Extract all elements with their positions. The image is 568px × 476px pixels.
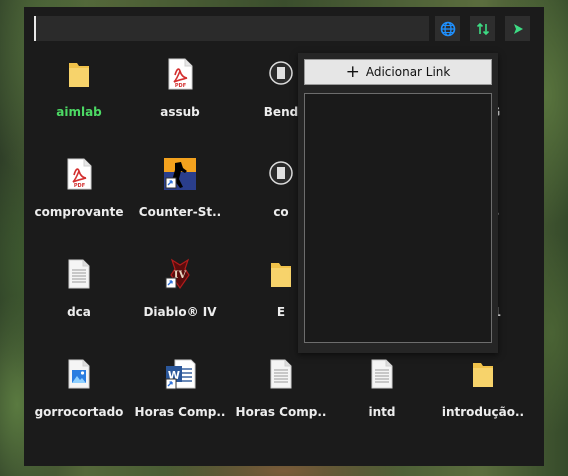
counter-strike-shortcut-icon <box>163 157 197 191</box>
svg-text:PDF: PDF <box>74 183 85 189</box>
desktop-shortcut[interactable]: introdução.. <box>433 351 533 451</box>
diablo-shortcut-icon: IV <box>163 257 197 291</box>
shortcut-label: Diablo® IV <box>143 305 217 319</box>
pdf-icon: PDF <box>62 157 96 191</box>
play-icon <box>513 23 523 34</box>
launcher-window: aimlabPDFassubBendODIGPDFcomprovanteCoun… <box>24 7 544 466</box>
add-link-label: Adicionar Link <box>365 65 451 79</box>
text-file-icon <box>62 257 96 291</box>
add-link-button[interactable]: + Adicionar Link <box>304 59 492 85</box>
desktop-shortcut[interactable]: PDF comprovante <box>29 151 129 251</box>
shortcut-label: gorrocortado <box>34 405 124 419</box>
shortcut-label: Counter-St.. <box>138 205 222 219</box>
desktop-shortcut[interactable]: aimlab <box>29 51 129 151</box>
shortcut-label: introdução.. <box>441 405 525 419</box>
desktop-shortcut[interactable]: IV Diablo® IV <box>130 251 230 351</box>
shortcut-label: intd <box>368 405 396 419</box>
globe-button[interactable] <box>435 16 460 41</box>
shortcut-label: Horas Comp.. <box>134 405 226 419</box>
search-input[interactable] <box>34 16 429 41</box>
links-list[interactable] <box>304 93 492 343</box>
app-icon <box>264 57 298 91</box>
app-icon <box>264 157 298 191</box>
desktop-shortcut[interactable]: Counter-St.. <box>130 151 230 251</box>
folder-icon <box>466 357 500 391</box>
desktop-shortcut[interactable]: gorrocortado <box>29 351 129 451</box>
desktop-shortcut[interactable]: Horas Comp.. <box>231 351 331 451</box>
run-button[interactable] <box>505 16 530 41</box>
sort-arrows-icon <box>476 22 489 35</box>
text-file-icon <box>264 357 298 391</box>
pdf-icon: PDF <box>163 57 197 91</box>
plus-icon: + <box>345 61 360 82</box>
shortcut-label: aimlab <box>56 105 102 119</box>
globe-icon <box>440 21 455 36</box>
image-file-icon <box>62 357 96 391</box>
folder-icon <box>264 257 298 291</box>
shortcut-label: assub <box>160 105 200 119</box>
desktop-shortcut[interactable]: PDF assub <box>130 51 230 151</box>
sort-button[interactable] <box>470 16 495 41</box>
shortcut-label: Horas Comp.. <box>235 405 327 419</box>
text-file-icon <box>365 357 399 391</box>
desktop-shortcut[interactable]: W Horas Comp.. <box>130 351 230 451</box>
shortcut-label: dca <box>67 305 91 319</box>
shortcut-label: comprovante <box>34 205 124 219</box>
folder-icon <box>62 57 96 91</box>
desktop-shortcut[interactable]: intd <box>332 351 432 451</box>
desktop-shortcut[interactable]: dca <box>29 251 129 351</box>
add-link-popup: + Adicionar Link <box>298 53 498 353</box>
word-shortcut-icon: W <box>163 357 197 391</box>
svg-text:PDF: PDF <box>175 83 186 89</box>
